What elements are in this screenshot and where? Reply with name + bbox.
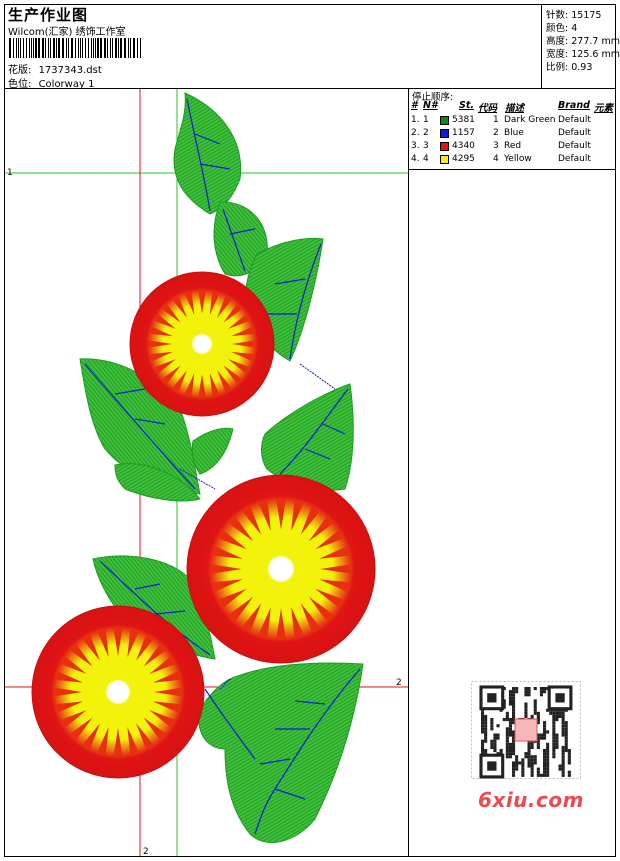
row-stitches: 4295 xyxy=(452,154,475,164)
studio-name: Wilcom(汇家) 绣饰工作室 xyxy=(8,27,126,38)
guide-label-green: 1 xyxy=(7,168,13,178)
row-brand: Default xyxy=(558,141,591,151)
embroidery-preview xyxy=(5,89,408,856)
stat-scale: 比例: 0.93 xyxy=(546,59,592,73)
row-desc: Red xyxy=(504,141,522,151)
thread-swatch xyxy=(440,155,449,164)
table-row: 2. 2 1157 2 Blue Default xyxy=(409,128,616,141)
row-brand: Default xyxy=(558,115,591,125)
table-row: 1. 1 5381 1 Dark Green Default xyxy=(409,115,616,128)
row-code: 3 xyxy=(493,141,499,151)
row-no: 3 xyxy=(423,141,429,151)
barcode-image xyxy=(9,38,141,58)
row-no: 2 xyxy=(423,128,429,138)
row-stitches: 4340 xyxy=(452,141,475,151)
row-brand: Default xyxy=(558,128,591,138)
thread-swatch xyxy=(440,129,449,138)
stat-colors: 颜色: 4 xyxy=(546,20,577,34)
row-code: 1 xyxy=(493,115,499,125)
stat-width: 宽度: 125.6 mm xyxy=(546,46,620,60)
col-header-desc: 描述 xyxy=(505,103,525,114)
row-desc: Yellow xyxy=(504,154,532,164)
stats-box: 针数: 15175 颜色: 4 高度: 277.7 mm 宽度: 125.6 m… xyxy=(541,4,620,88)
guide-label-red-horizontal: 2 xyxy=(396,678,402,688)
row-stitches: 1157 xyxy=(452,128,475,138)
row-num: 2. xyxy=(411,128,420,138)
stat-stitches: 针数: 15175 xyxy=(546,7,601,21)
thread-swatch xyxy=(440,116,449,125)
table-row: 3. 3 4340 3 Red Default xyxy=(409,141,616,154)
col-header-num: # xyxy=(411,100,418,111)
thread-swatch xyxy=(440,142,449,151)
design-file-row: 花版: 1737343.dst xyxy=(8,61,102,76)
scale-value: 0.93 xyxy=(571,62,593,73)
row-code: 2 xyxy=(493,128,499,138)
row-num: 3. xyxy=(411,141,420,151)
row-desc: Dark Green xyxy=(504,115,556,125)
col-header-element: 元素 xyxy=(594,103,614,114)
row-num: 1. xyxy=(411,115,420,125)
scale-label: 比例: xyxy=(546,62,569,73)
row-desc: Blue xyxy=(504,128,524,138)
qr-code-image xyxy=(471,681,581,779)
row-code: 4 xyxy=(493,154,499,164)
sheet-title: 生产作业图 xyxy=(8,6,89,24)
col-header-stitches: St. xyxy=(459,100,474,111)
row-num: 4. xyxy=(411,154,420,164)
watermark-logo: 6xiu.com xyxy=(478,788,584,812)
row-no: 4 xyxy=(423,154,429,164)
col-header-no: N# xyxy=(423,100,438,111)
stop-sequence-panel: 停止顺序: # N# St. 代码 描述 Brand 元素 1. 1 5381 … xyxy=(409,88,616,170)
guide-label-red-vertical: 2 xyxy=(143,847,149,857)
row-stitches: 5381 xyxy=(452,115,475,125)
panel-divider xyxy=(408,88,409,857)
row-brand: Default xyxy=(558,154,591,164)
col-header-code: 代码 xyxy=(478,103,498,114)
table-row: 4. 4 4295 4 Yellow Default xyxy=(409,154,616,167)
stat-height: 高度: 277.7 mm xyxy=(546,33,620,47)
col-header-brand: Brand xyxy=(558,100,590,111)
row-no: 1 xyxy=(423,115,429,125)
